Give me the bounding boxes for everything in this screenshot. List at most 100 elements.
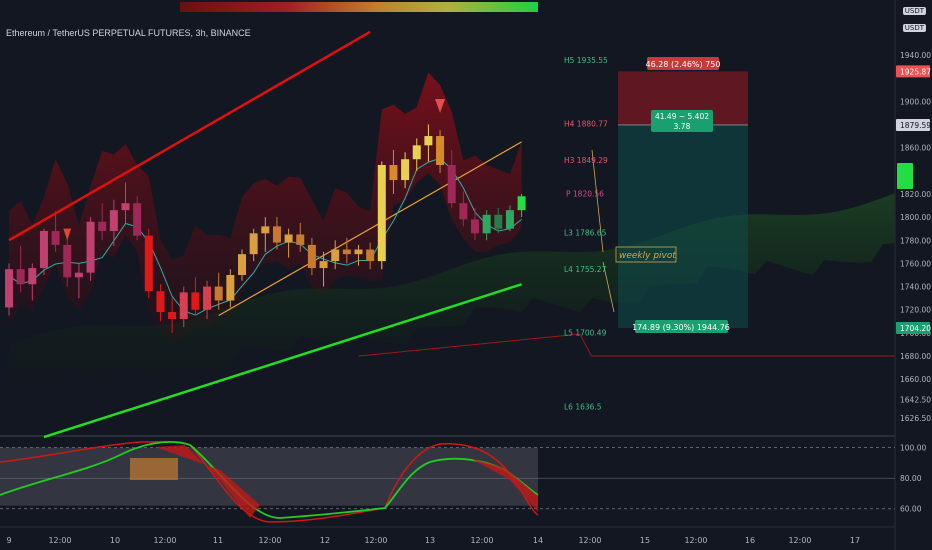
oscillator-pane: 100.00 80.00 60.00 — [0, 440, 926, 523]
time-tick-label: 12:00 — [48, 536, 71, 545]
candle-body-38 — [447, 165, 456, 204]
time-tick-label: 12:00 — [470, 536, 493, 545]
price-tick-label: 1720.00 — [900, 306, 931, 315]
time-tick-label: 13 — [425, 536, 435, 545]
price-marker-label: 1879.59 — [900, 121, 931, 130]
time-axis[interactable]: 9 12:00 10 12:00 11 12:00 12 12:00 13 12:00 14 12:0… — [6, 536, 860, 545]
time-tick-label: 14 — [533, 536, 543, 545]
candle-body-11 — [133, 203, 142, 236]
position-center-label: 41.49 ~ 5.402 — [655, 112, 709, 121]
pivot-level-label: L3 1786.65 — [564, 229, 607, 238]
candle-body-17 — [203, 286, 212, 310]
candle-body-7 — [86, 221, 95, 273]
time-tick-label: 10 — [110, 536, 120, 545]
time-tick-label: 12:00 — [258, 536, 281, 545]
oscillator-tick-label: 100.00 — [900, 444, 926, 453]
price-tick-label: 1660.00 — [900, 375, 931, 384]
candle-body-10 — [121, 203, 130, 211]
oscillator-orange-block — [130, 458, 178, 480]
price-tick-label: 1800.00 — [900, 213, 931, 222]
candle-body-27 — [319, 261, 328, 269]
time-tick-label: 12 — [320, 536, 330, 545]
candle-body-16 — [191, 292, 200, 310]
candle-body-6 — [74, 272, 83, 278]
candle-body-12 — [144, 235, 153, 292]
oscillator-tick-label: 60.00 — [900, 505, 922, 514]
time-tick-label: 12:00 — [153, 536, 176, 545]
candle-body-2 — [28, 268, 37, 285]
price-marker-label: 1704.20 — [900, 324, 931, 333]
pivot-level-label: H4 1880.77 — [564, 120, 608, 129]
price-tick-label: 1940.00 — [900, 51, 931, 60]
price-tick-label: 1680.00 — [900, 352, 931, 361]
candle-body-39 — [459, 203, 468, 220]
candle-body-29 — [342, 249, 351, 255]
candle-body-37 — [436, 136, 445, 165]
candle-body-0 — [5, 269, 13, 308]
time-tick-label: 11 — [213, 536, 223, 545]
position-stop-zone — [618, 124, 748, 329]
price-tick-label: 1626.50 — [900, 414, 931, 423]
time-tick-label: 12:00 — [684, 536, 707, 545]
candle-body-21 — [249, 233, 258, 255]
candle-body-28 — [331, 249, 340, 262]
price-tick-label: 1900.00 — [900, 97, 931, 106]
price-tick-label: 1642.50 — [900, 395, 931, 404]
candle-body-30 — [354, 249, 363, 255]
candle-body-35 — [412, 145, 421, 160]
candle-body-19 — [226, 275, 235, 301]
candle-body-4 — [51, 231, 60, 245]
weekly-pivot-annotation: weekly pivot — [619, 251, 676, 261]
price-tick-label: 1780.00 — [900, 236, 931, 245]
candle-body-8 — [98, 221, 107, 231]
time-tick-label: 12:00 — [364, 536, 387, 545]
oscillator-tick-label: 80.00 — [900, 474, 922, 483]
top-heat-strip — [180, 2, 538, 12]
pivot-labels: H5 1935.55 H4 1880.77 H3 1849.29 P 1820.56 L… — [564, 56, 608, 411]
candle-body-14 — [168, 312, 177, 319]
price-axis[interactable]: 1940.00 1900.00 1860.00 1820.00 1800.00 1780.… — [896, 51, 931, 423]
candle-body-22 — [261, 226, 270, 234]
time-tick-label: 12:00 — [788, 536, 811, 545]
candle-body-26 — [307, 244, 316, 269]
pivot-level-label: H3 1849.29 — [564, 156, 608, 165]
price-tick-label: 1760.00 — [900, 259, 931, 268]
candle-body-34 — [401, 159, 410, 181]
candle-body-13 — [156, 291, 165, 313]
candle-body-3 — [39, 231, 48, 269]
currency-badge-top: USDT — [902, 7, 926, 15]
time-tick-label: 12:00 — [578, 536, 601, 545]
price-tick-label: 1740.00 — [900, 283, 931, 292]
candle-body-23 — [272, 226, 281, 243]
current-price-marker — [897, 163, 913, 189]
candle-body-9 — [109, 210, 118, 231]
candle-body-42 — [494, 214, 503, 229]
time-tick-label: 15 — [640, 536, 650, 545]
pivot-level-label: L4 1755.27 — [564, 265, 607, 274]
price-tick-label: 1820.00 — [900, 190, 931, 199]
pivot-level-label: L5 1700.49 — [564, 328, 607, 337]
target-label: 46.28 (2.46%) 750 — [646, 60, 721, 69]
pivot-level-label: L6 1636.5 — [564, 402, 602, 411]
chart-canvas[interactable]: 46.28 (2.46%) 750 41.49 ~ 5.4023.78 174.89… — [0, 0, 932, 550]
price-marker-label: 1925.87 — [900, 67, 931, 76]
stop-label: 174.89 (9.30%) 1944.76 — [632, 323, 730, 332]
candle-body-44 — [517, 196, 526, 211]
candle-body-40 — [471, 219, 479, 234]
candle-body-33 — [389, 165, 398, 181]
candle-body-36 — [424, 136, 433, 146]
candle-body-20 — [238, 254, 246, 275]
time-tick-label: 16 — [745, 536, 755, 545]
candle-body-5 — [63, 244, 72, 278]
symbol-title[interactable]: Ethereum / TetherUS PERPETUAL FUTURES, 3… — [6, 28, 251, 38]
cloud-layer — [9, 72, 895, 391]
candle-body-25 — [296, 234, 305, 245]
oscillator-band — [0, 447, 538, 506]
position-center-sub: 3.78 — [674, 122, 691, 131]
candle-body-41 — [482, 214, 491, 234]
price-tick-label: 1860.00 — [900, 144, 931, 153]
currency-badge-second: USDT — [902, 24, 926, 32]
time-tick-label: 17 — [850, 536, 860, 545]
support-step-line — [358, 333, 895, 357]
candle-body-43 — [505, 210, 514, 229]
